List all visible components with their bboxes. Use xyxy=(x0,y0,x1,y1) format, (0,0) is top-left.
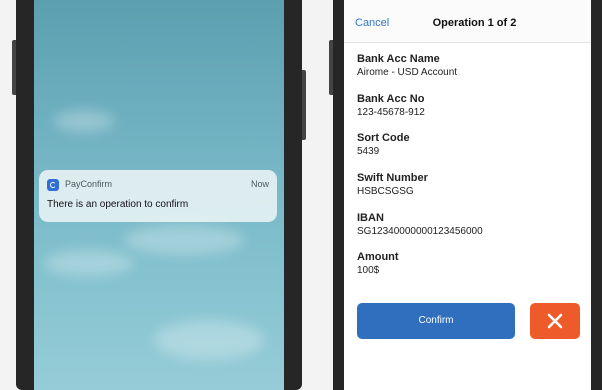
field-sort-code: Sort Code 5439 xyxy=(357,132,410,158)
field-label: Bank Acc No xyxy=(357,93,425,105)
notification-time: Now xyxy=(250,179,269,189)
field-value: 5439 xyxy=(357,146,380,157)
field-amount: Amount 100$ xyxy=(357,251,399,277)
cloud xyxy=(124,225,244,255)
lock-screen: PayConfirm Now There is an operation to … xyxy=(34,0,284,390)
phone-frame-operation: Cancel Operation 1 of 2 Bank Acc Name Ai… xyxy=(329,0,602,390)
field-value: Airome - USD Account xyxy=(357,67,458,78)
field-value: 123-45678-912 xyxy=(357,107,425,118)
operation-screen: Cancel Operation 1 of 2 Bank Acc Name Ai… xyxy=(344,0,591,390)
notification-app-name: PayConfirm xyxy=(65,179,113,189)
confirm-button[interactable]: Confirm xyxy=(357,303,515,339)
payconfirm-app-icon xyxy=(47,179,59,191)
field-label: Bank Acc Name xyxy=(357,53,440,65)
cloud xyxy=(154,320,264,360)
field-value: HSBCSGSG xyxy=(357,186,414,197)
field-label: Swift Number xyxy=(357,172,428,184)
field-bank-acc-no: Bank Acc No 123-45678-912 xyxy=(357,93,425,119)
notification-message: There is an operation to confirm xyxy=(47,199,189,210)
field-value: 100$ xyxy=(357,265,380,276)
field-value: SG12340000000123456000 xyxy=(357,226,483,237)
field-label: Sort Code xyxy=(357,132,410,144)
field-label: Amount xyxy=(357,251,399,263)
field-swift-number: Swift Number HSBCSGSG xyxy=(357,172,428,198)
cloud xyxy=(54,110,114,132)
field-bank-acc-name: Bank Acc Name Airome - USD Account xyxy=(357,53,457,79)
field-iban: IBAN SG12340000000123456000 xyxy=(357,212,483,238)
phone-frame-notification: PayConfirm Now There is an operation to … xyxy=(12,0,306,390)
navigation-bar: Cancel Operation 1 of 2 xyxy=(344,0,591,43)
push-notification[interactable]: PayConfirm Now There is an operation to … xyxy=(39,170,277,222)
close-icon xyxy=(547,313,563,329)
cloud xyxy=(44,250,134,276)
page-title: Operation 1 of 2 xyxy=(432,17,517,29)
reject-button[interactable] xyxy=(530,303,580,339)
field-label: IBAN xyxy=(357,212,384,224)
